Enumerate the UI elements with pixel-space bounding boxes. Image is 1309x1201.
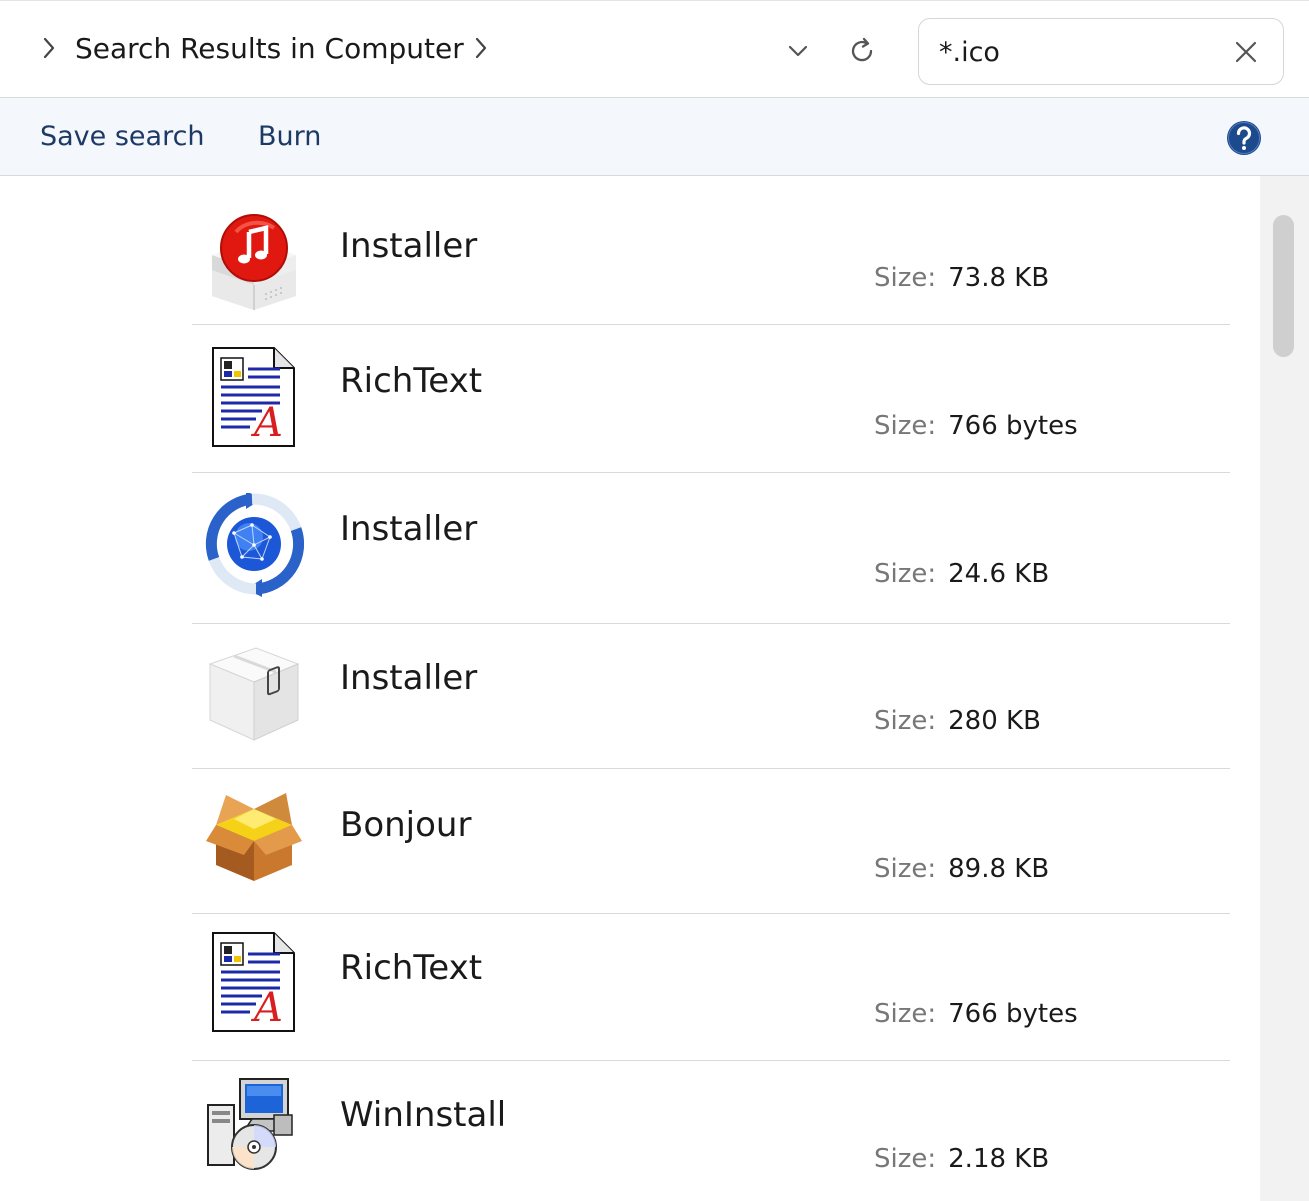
refresh-icon[interactable] [845,34,879,68]
itunes-installer-icon [204,210,304,314]
result-item[interactable]: Installer Size: 280 KB [192,624,1230,769]
size-value: 89.8 KB [948,854,1050,884]
open-package-icon [204,789,304,893]
result-name: Bonjour [340,805,472,845]
size-label: Size: [874,1144,937,1174]
result-size: Size: 280 KB [874,703,1041,739]
result-name: Installer [340,658,478,698]
breadcrumb-next-chevron-icon[interactable] [470,33,492,63]
result-size: Size: 2.18 KB [874,1141,1049,1177]
result-size: Size: 766 bytes [874,408,1078,444]
burn-button[interactable]: Burn [258,117,321,157]
result-item[interactable]: WinInstall Size: 2.18 KB [192,1061,1230,1201]
size-label: Size: [874,559,937,589]
size-value: 24.6 KB [948,559,1050,589]
result-item[interactable]: Installer Size: 24.6 KB [192,473,1230,624]
result-name: Installer [340,509,478,549]
result-name: RichText [340,948,483,988]
result-name: WinInstall [340,1095,507,1135]
result-size: Size: 766 bytes [874,996,1078,1032]
result-item[interactable]: Installer Size: 73.8 KB [192,176,1230,325]
size-value: 280 KB [948,706,1041,736]
breadcrumb-chevron-icon[interactable] [38,33,60,63]
size-value: 766 bytes [948,999,1078,1029]
richtext-document-icon: A [204,930,304,1034]
breadcrumb-search-results[interactable]: Search Results in Computer [75,29,464,69]
command-toolbar: Save search Burn [0,98,1309,176]
result-item[interactable]: A RichText Size: 766 bytes [192,914,1230,1061]
result-name: RichText [340,361,483,401]
size-label: Size: [874,999,937,1029]
size-label: Size: [874,263,937,293]
size-label: Size: [874,411,937,441]
results-pane: Installer Size: 73.8 KB A RichText Size:… [0,176,1260,1201]
search-box [918,18,1284,85]
computer-cd-install-icon [204,1075,304,1179]
size-value: 73.8 KB [948,263,1050,293]
result-item[interactable]: A RichText Size: 766 bytes [192,325,1230,473]
clear-search-close-icon[interactable] [1233,39,1259,65]
result-name: Installer [340,226,478,266]
search-input[interactable] [939,33,1219,71]
help-icon[interactable] [1226,120,1262,156]
svg-text:A: A [250,400,283,446]
scrollbar-thumb[interactable] [1273,215,1294,357]
size-value: 766 bytes [948,411,1078,441]
result-size: Size: 24.6 KB [874,556,1049,592]
history-dropdown-chevron-down-icon[interactable] [784,37,812,65]
globe-update-icon [204,491,305,597]
address-bar: Search Results in Computer [0,0,1309,98]
save-search-button[interactable]: Save search [40,117,205,157]
device-box-icon [204,642,304,746]
size-label: Size: [874,854,937,884]
size-value: 2.18 KB [948,1144,1050,1174]
svg-text:A: A [250,985,283,1031]
result-size: Size: 73.8 KB [874,260,1049,296]
result-size: Size: 89.8 KB [874,851,1049,887]
size-label: Size: [874,706,937,736]
result-item[interactable]: Bonjour Size: 89.8 KB [192,769,1230,914]
richtext-document-icon: A [204,345,304,449]
